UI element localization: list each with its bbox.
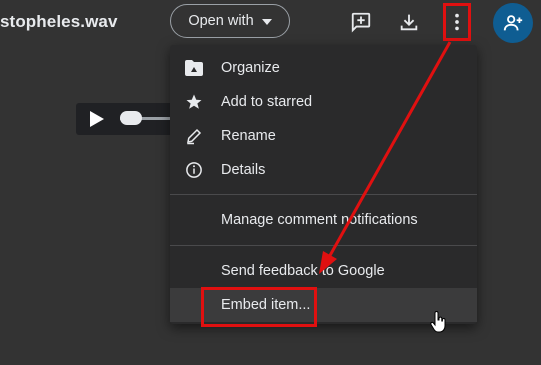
hand-cursor-icon — [430, 311, 446, 338]
annotation-arrow — [319, 41, 452, 274]
